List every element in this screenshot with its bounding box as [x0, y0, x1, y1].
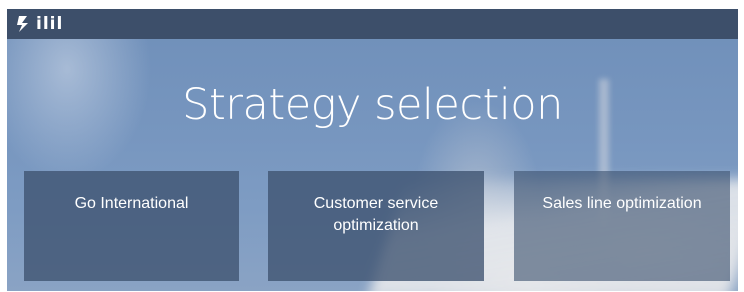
strategy-card-sales-line-optimization[interactable]: Sales line optimization	[514, 171, 730, 281]
strategy-card-customer-service-optimization[interactable]: Customer service optimization	[268, 171, 484, 281]
app-frame: ilil Strategy selection Go International…	[7, 9, 738, 291]
lightning-bolt-icon	[17, 16, 28, 32]
logo-text: ilil	[36, 14, 64, 34]
page-title: Strategy selection	[182, 80, 563, 130]
strategy-card-label: Customer service optimization	[313, 195, 439, 234]
strategy-card-label: Sales line optimization	[542, 195, 702, 212]
strategy-card-label: Go International	[74, 195, 189, 212]
logo[interactable]: ilil	[15, 15, 63, 33]
top-bar: ilil	[7, 9, 738, 39]
strategy-card-go-international[interactable]: Go International	[24, 171, 239, 281]
